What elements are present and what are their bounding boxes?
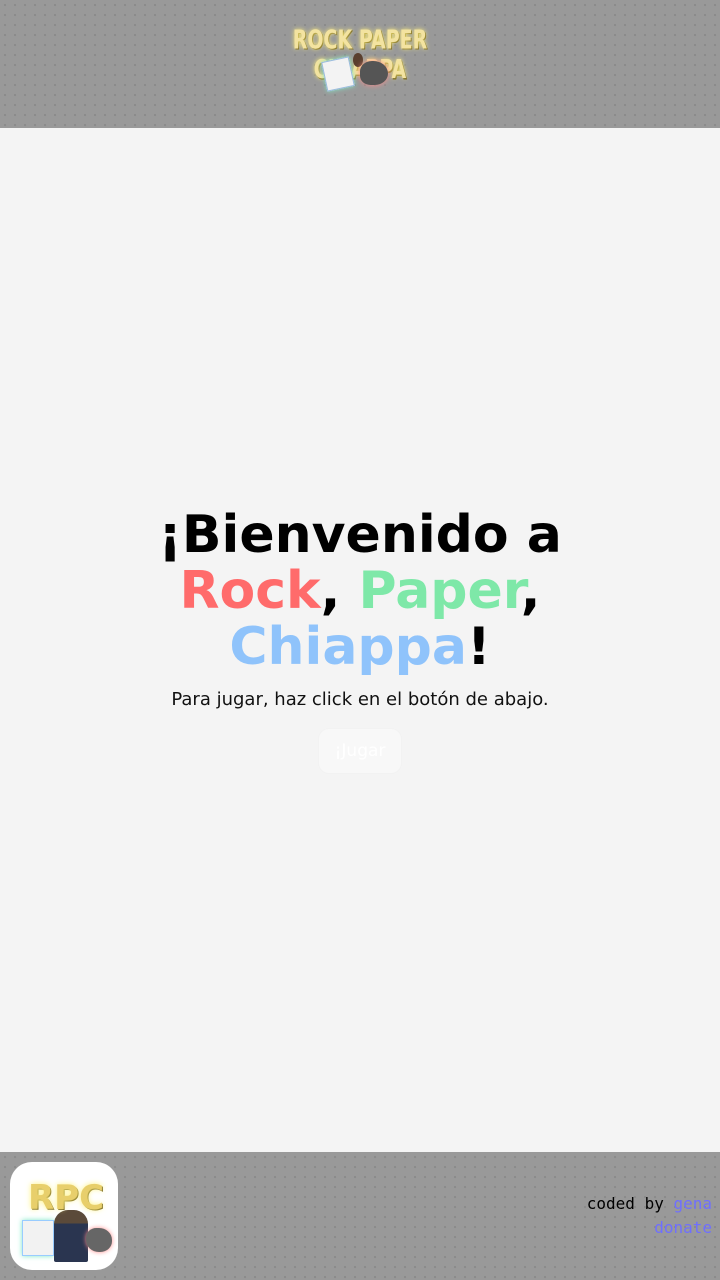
author-link[interactable]: gena (673, 1194, 712, 1213)
rock-paper-chiappa-logo[interactable]: ROCK PAPER CHIAPPA (280, 25, 440, 99)
title-separator: , (520, 561, 541, 621)
title-rock: Rock (179, 561, 321, 621)
title-separator: , (320, 561, 341, 621)
welcome-section: ¡Bienvenido a Rock, Paper, Chiappa! Para… (0, 128, 720, 1152)
title-chiappa: Chiappa (229, 617, 467, 677)
title-suffix: ! (466, 617, 491, 677)
welcome-title: ¡Bienvenido a Rock, Paper, Chiappa! (140, 507, 580, 675)
instructions-text: Para jugar, haz click en el botón de aba… (171, 689, 549, 710)
paper-icon (22, 1220, 54, 1256)
coded-by-label: coded by (586, 1194, 664, 1213)
footer: RPC coded by gena donate (0, 1152, 720, 1280)
app-icon[interactable]: RPC (10, 1162, 118, 1270)
play-button[interactable]: ¡Jugar (319, 729, 401, 773)
title-paper: Paper (358, 561, 521, 621)
paper-icon (321, 56, 355, 92)
rock-icon (86, 1228, 112, 1252)
credits: coded by gena donate (587, 1192, 712, 1240)
rock-icon (360, 61, 388, 85)
app-icon-label: RPC (28, 1178, 105, 1218)
top-banner: ROCK PAPER CHIAPPA (0, 0, 720, 128)
title-prefix: ¡Bienvenido a (158, 505, 562, 565)
donate-link[interactable]: donate (654, 1218, 712, 1237)
